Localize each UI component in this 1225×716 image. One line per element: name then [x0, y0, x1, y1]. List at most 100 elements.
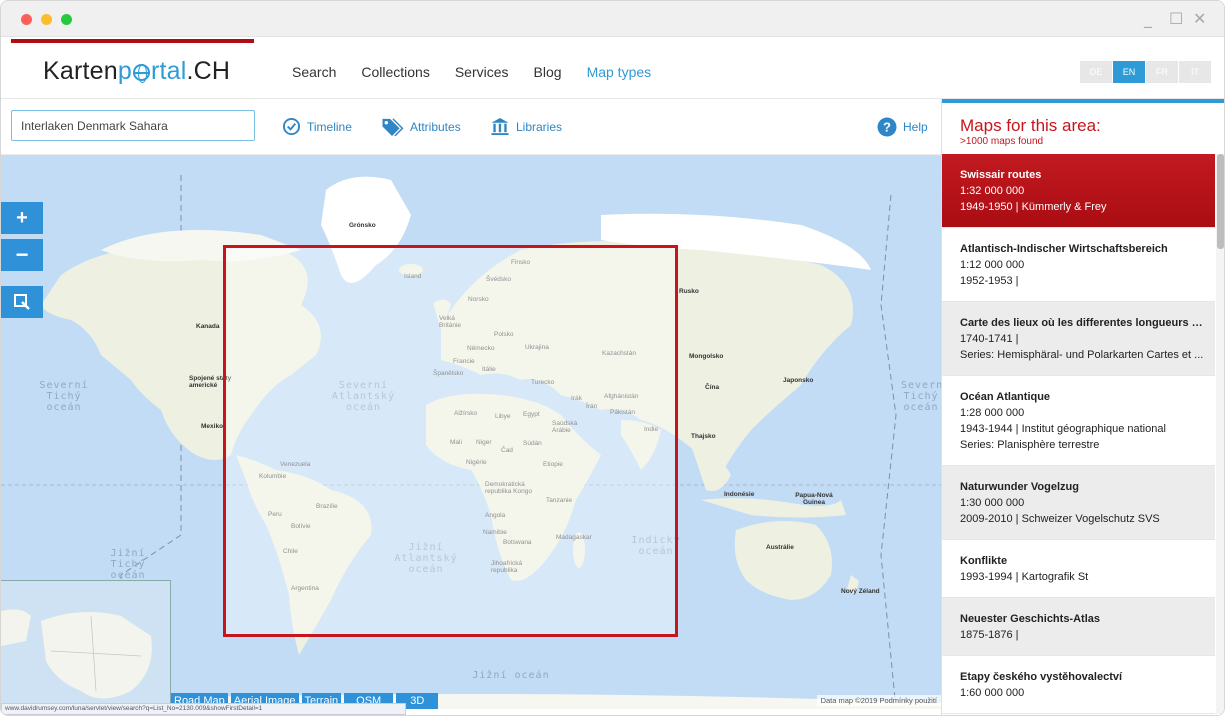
lang-fr[interactable]: FR — [1146, 61, 1178, 83]
map-attribution: Data map ©2019 Podmínky použití — [816, 695, 941, 706]
logo[interactable]: Kartenp rtal.CH — [43, 57, 230, 86]
logo-text-end: .CH — [186, 57, 231, 85]
result-line: 1993-1994 | Kartografik St — [960, 571, 1089, 583]
result-line: Series: Hemisphäral- und Polarkarten Car… — [960, 349, 1204, 361]
result-line: 1740-1741 | — [960, 333, 1019, 345]
nav-map-types[interactable]: Map types — [587, 64, 652, 80]
minimap-tiles — [1, 581, 170, 709]
panel-title: Maps for this area: — [960, 116, 1101, 135]
browser-window: _ ☐ ✕ Kartenp rtal.CH Search Collections … — [0, 0, 1225, 716]
result-line: 2009-2010 | Schweizer Vogelschutz SVS — [960, 513, 1160, 525]
search-input[interactable] — [11, 110, 255, 141]
nav-blog[interactable]: Blog — [534, 64, 562, 80]
results-panel: Maps for this area: >1000 maps found Swi… — [941, 99, 1224, 715]
result-item[interactable]: Swissair routes 1:32 000 000 1949-1950 |… — [942, 154, 1215, 228]
minimize-icon[interactable]: _ — [1144, 9, 1152, 28]
nav-services[interactable]: Services — [455, 64, 509, 80]
site-header: Kartenp rtal.CH Search Collections Servic… — [1, 37, 1224, 99]
ocean-label: Jižní oceán — [472, 670, 550, 681]
country-label: Papua-Nová Guinea — [795, 492, 833, 506]
overview-minimap[interactable] — [1, 580, 171, 709]
country-label: Thajsko — [691, 433, 716, 440]
minimize-dot-icon[interactable] — [41, 14, 52, 25]
country-label: Japonsko — [783, 377, 814, 384]
ocean-label: Jižní Tichý oceán — [110, 548, 146, 581]
selected-area-rectangle[interactable] — [223, 245, 678, 637]
result-title: Konflikte — [960, 555, 1008, 567]
result-item[interactable]: Atlantisch-Indischer Wirtschaftsbereich … — [942, 228, 1215, 302]
close-dot-icon[interactable] — [21, 14, 32, 25]
lang-de[interactable]: DE — [1080, 61, 1112, 83]
zoom-in-button[interactable]: + — [1, 202, 43, 234]
language-switcher: DE EN FR IT — [1080, 61, 1212, 83]
result-item[interactable]: Naturwunder Vogelzug 1:30 000 000 2009-2… — [942, 466, 1215, 540]
result-item[interactable]: Océan Atlantique 1:28 000 000 1943-1944 … — [942, 376, 1215, 466]
attributes-button[interactable]: Attributes — [380, 117, 461, 136]
country-label: Mongolsko — [689, 353, 724, 360]
result-line: Series: Planisphère terrestre — [960, 439, 1100, 451]
search-toolbar: Timeline Attributes Libraries ? Help — [1, 99, 941, 155]
scrollbar-thumb[interactable] — [1217, 154, 1224, 249]
result-line: 1952-1953 | — [960, 275, 1019, 287]
result-line: 1:12 000 000 — [960, 259, 1025, 271]
result-line: 1:60 000 000 — [960, 687, 1025, 699]
nav-collections[interactable]: Collections — [361, 64, 429, 80]
country-label: Grónsko — [349, 222, 376, 229]
results-count: >1000 maps found — [960, 136, 1044, 147]
result-line: 1:32 000 000 — [960, 185, 1025, 197]
result-title: Swissair routes — [960, 169, 1042, 181]
result-title: Océan Atlantique — [960, 391, 1051, 403]
close-icon[interactable]: ✕ — [1193, 9, 1206, 28]
results-list: Swissair routes 1:32 000 000 1949-1950 |… — [942, 154, 1215, 714]
result-title: Atlantisch-Indischer Wirtschaftsbereich — [960, 243, 1168, 255]
country-label: Indonésie — [724, 491, 755, 498]
result-item[interactable]: Carte des lieux où les differentes longu… — [942, 302, 1215, 376]
maximize-dot-icon[interactable] — [61, 14, 72, 25]
result-title: Carte des lieux où les differentes longu… — [960, 317, 1205, 329]
ocean-label: Severní Tichý oceán — [39, 380, 89, 413]
country-label: Rusko — [679, 288, 699, 295]
status-bar-url: www.davidrumsey.com/luna/servlet/view/se… — [1, 703, 406, 715]
result-title: Etapy českého vystěhovalectví — [960, 671, 1123, 683]
lang-en[interactable]: EN — [1113, 61, 1145, 83]
help-icon: ? — [877, 117, 897, 137]
tags-icon — [382, 118, 404, 136]
result-line: 1875-1876 | — [960, 629, 1019, 641]
zoom-out-button[interactable]: − — [1, 239, 43, 271]
country-label: Kanada — [196, 323, 220, 330]
libraries-button[interactable]: Libraries — [490, 117, 562, 136]
lang-it[interactable]: IT — [1179, 61, 1211, 83]
nav-search[interactable]: Search — [292, 64, 336, 80]
restore-icon[interactable]: ☐ — [1169, 9, 1183, 28]
timeline-label: Timeline — [307, 119, 352, 134]
country-label: Nový Zéland — [841, 588, 880, 595]
result-item[interactable]: Etapy českého vystěhovalectví 1:60 000 0… — [942, 656, 1215, 714]
select-area-button[interactable] — [1, 286, 43, 318]
result-line: 1:28 000 000 — [960, 407, 1025, 419]
timeline-button[interactable]: Timeline — [282, 117, 352, 136]
country-label: Austrálie — [766, 544, 794, 551]
help-label: Help — [903, 120, 928, 134]
globe-icon — [132, 64, 150, 83]
result-line: 1943-1944 | Institut géographique nation… — [960, 423, 1166, 435]
results-scrollbar[interactable] — [1216, 154, 1224, 714]
attributes-label: Attributes — [410, 119, 461, 134]
logo-text-start: Karten — [43, 57, 118, 85]
svg-text:?: ? — [883, 120, 891, 135]
clock-check-icon — [282, 117, 301, 136]
logo-accent-bar — [11, 39, 254, 43]
panel-accent-bar — [942, 99, 1224, 103]
logo-text-mid: rtal — [150, 57, 187, 85]
title-bar: _ ☐ ✕ — [1, 1, 1224, 37]
country-label: Mexiko — [201, 423, 224, 430]
result-line: 1:30 000 000 — [960, 497, 1025, 509]
help-button[interactable]: ? Help — [877, 117, 928, 137]
world-map[interactable]: Severní Tichý oceán Severní Atlantský oc… — [1, 155, 941, 709]
select-area-icon — [14, 294, 30, 310]
result-item[interactable]: Neuester Geschichts-Atlas 1875-1876 | — [942, 598, 1215, 656]
result-title: Naturwunder Vogelzug — [960, 481, 1079, 493]
result-item[interactable]: Konflikte 1993-1994 | Kartografik St — [942, 540, 1215, 598]
country-label: Čína — [705, 384, 720, 391]
result-title: Neuester Geschichts-Atlas — [960, 613, 1100, 625]
library-icon — [491, 117, 509, 136]
